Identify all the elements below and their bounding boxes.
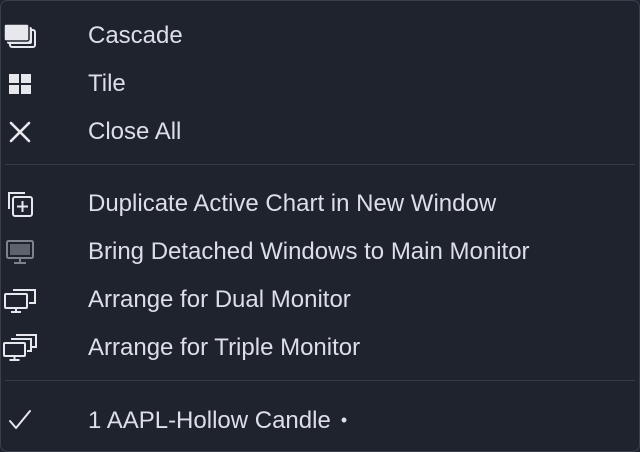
menu-item-window-aapl[interactable]: 1 AAPL-Hollow Candle • [1, 396, 639, 444]
menu-item-label: Cascade [88, 22, 183, 49]
active-window-dot: • [340, 409, 348, 430]
menu-item-tile[interactable]: Tile [1, 60, 639, 108]
menu-item-close-all[interactable]: Close All [1, 108, 639, 156]
dual-monitor-icon [1, 276, 39, 324]
menu-item-label: Close All [88, 118, 182, 145]
window-menu: Cascade Tile Close All Duplicate Active … [0, 0, 640, 452]
tile-icon [1, 60, 39, 108]
checkmark-icon [1, 396, 39, 444]
menu-item-cascade[interactable]: Cascade [1, 12, 639, 60]
menu-item-label: 1 AAPL-Hollow Candle • [88, 396, 347, 445]
menu-divider [5, 380, 635, 381]
menu-item-label: Arrange for Triple Monitor [88, 334, 361, 361]
window-title: 1 AAPL-Hollow Candle [88, 406, 331, 434]
menu-item-bring-detached-windows[interactable]: Bring Detached Windows to Main Monitor [1, 228, 639, 276]
menu-item-dual-monitor[interactable]: Arrange for Dual Monitor [1, 276, 639, 324]
menu-item-label: Tile [88, 70, 126, 97]
menu-item-label: Duplicate Active Chart in New Window [88, 190, 497, 217]
monitor-icon [1, 228, 39, 276]
cascade-icon [1, 12, 39, 60]
menu-item-duplicate-chart[interactable]: Duplicate Active Chart in New Window [1, 180, 639, 228]
triple-monitor-icon [1, 324, 39, 372]
duplicate-window-icon [1, 180, 39, 228]
menu-item-label: Arrange for Dual Monitor [88, 286, 351, 313]
menu-item-triple-monitor[interactable]: Arrange for Triple Monitor [1, 324, 639, 372]
menu-item-label: Bring Detached Windows to Main Monitor [88, 238, 530, 265]
menu-divider [5, 164, 635, 165]
close-icon [1, 108, 39, 156]
